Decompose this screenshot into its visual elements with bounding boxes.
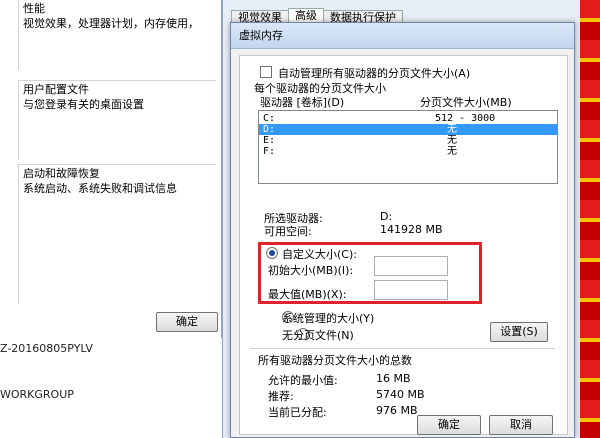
- startup-recovery-group: 启动和故障恢复 系统启动、系统失败和调试信息: [18, 164, 216, 304]
- performance-title: 性能: [23, 2, 45, 15]
- selected-drive-value: D:: [380, 210, 393, 223]
- min-allowed-label: 允许的最小值:: [268, 374, 338, 387]
- separator: [250, 348, 555, 349]
- auto-manage-checkbox[interactable]: [260, 66, 272, 78]
- drive-row[interactable]: E: 无: [259, 135, 557, 146]
- user-profiles-desc: 与您登录有关的桌面设置: [23, 98, 144, 111]
- col-drive-header: 驱动器 [卷标](D): [260, 96, 345, 109]
- user-profiles-title: 用户配置文件: [23, 83, 89, 96]
- drive-row[interactable]: F: 无: [259, 146, 557, 157]
- watermark-logo: PConline: [470, 378, 559, 399]
- performance-desc: 视觉效果，处理器计划，内存使用，: [23, 17, 199, 30]
- free-space-value: 141928 MB: [380, 223, 443, 236]
- allocated-value: 976 MB: [376, 404, 418, 417]
- back-ok-button[interactable]: 确定: [156, 312, 218, 332]
- performance-group: 性能 视觉效果，处理器计划，内存使用，: [18, 0, 216, 70]
- highlight-box: [258, 242, 482, 304]
- no-paging-label: 无分页文件(N): [282, 329, 354, 342]
- computer-name: Z-20160805PYLV: [0, 342, 93, 355]
- virtual-memory-dialog: 虚拟内存 自动管理所有驱动器的分页文件大小(A) 每个驱动器的分页文件大小 驱动…: [230, 22, 575, 438]
- system-managed-label: 系统管理的大小(Y): [282, 312, 375, 325]
- festive-border: [580, 0, 600, 438]
- dialog-title: 虚拟内存: [231, 23, 574, 49]
- recommended-label: 推荐:: [268, 390, 294, 403]
- auto-manage-label: 自动管理所有驱动器的分页文件大小(A): [278, 67, 471, 80]
- user-profiles-group: 用户配置文件 与您登录有关的桌面设置: [18, 80, 216, 160]
- recommended-value: 5740 MB: [376, 388, 425, 401]
- ok-button[interactable]: 确定: [417, 415, 481, 435]
- workgroup: WORKGROUP: [0, 388, 74, 401]
- allocated-label: 当前已分配:: [268, 406, 327, 419]
- drive-row-selected[interactable]: D: 无: [259, 124, 557, 135]
- drive-row[interactable]: C: 512 - 3000: [259, 113, 557, 124]
- performance-options-window: 性能 视觉效果，处理器计划，内存使用， 用户配置文件 与您登录有关的桌面设置 启…: [0, 0, 222, 338]
- totals-section-title: 所有驱动器分页文件大小的总数: [258, 354, 412, 367]
- col-size-header: 分页文件大小(MB): [420, 96, 512, 109]
- cancel-button[interactable]: 取消: [489, 415, 553, 435]
- startup-recovery-desc: 系统启动、系统失败和调试信息: [23, 182, 177, 195]
- min-allowed-value: 16 MB: [376, 372, 411, 385]
- drive-listbox[interactable]: C: 512 - 3000 D: 无 E: 无 F: 无: [258, 110, 558, 184]
- startup-recovery-title: 启动和故障恢复: [23, 167, 100, 180]
- system-info-panel: Z-20160805PYLV WORKGROUP: [0, 338, 222, 438]
- free-space-label: 可用空间:: [264, 225, 312, 238]
- set-button[interactable]: 设置(S): [490, 322, 548, 342]
